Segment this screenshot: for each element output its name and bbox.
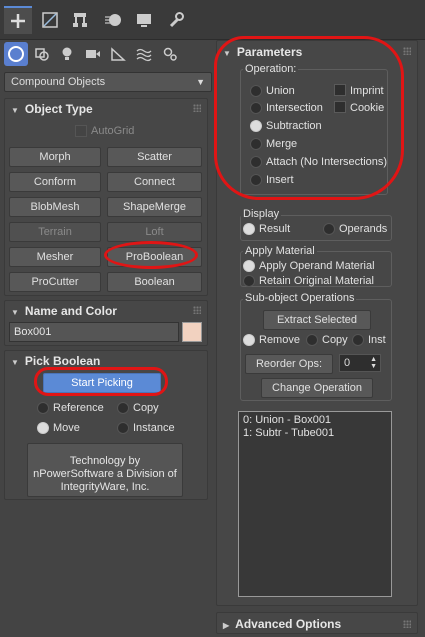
move-radio[interactable] <box>37 422 49 434</box>
modify-tab[interactable] <box>36 6 64 34</box>
display-group-title: Display <box>241 208 282 220</box>
autogrid-label: AutoGrid <box>91 125 135 137</box>
ruler-icon <box>111 47 126 61</box>
hierarchy-icon <box>73 13 87 27</box>
scatter-button[interactable]: Scatter <box>107 147 202 167</box>
name-color-header[interactable]: ▼ Name and Color <box>11 304 117 318</box>
result-label: Result <box>259 223 291 235</box>
list-item[interactable]: 0: Union - Box001 <box>243 414 331 426</box>
spacewarps-button[interactable] <box>132 42 156 66</box>
retain-original-material-label: Retain Original Material <box>259 275 374 287</box>
grip-icon <box>403 620 411 628</box>
boolean-button[interactable]: Boolean <box>107 272 202 292</box>
copy-extract-radio[interactable] <box>306 334 318 346</box>
create-category-bar <box>0 40 212 68</box>
procutter-button[interactable]: ProCutter <box>9 272 101 292</box>
autogrid-checkbox[interactable] <box>75 125 87 137</box>
retain-original-material-radio[interactable] <box>243 275 255 287</box>
reorder-ops-button[interactable]: Reorder Ops: <box>245 354 333 374</box>
advanced-options-rollout: ▶ Advanced Options <box>216 612 418 634</box>
operands-radio[interactable] <box>323 223 335 235</box>
apply-material-title: Apply Material <box>243 245 317 257</box>
motion-icon <box>105 14 121 26</box>
result-radio[interactable] <box>243 223 255 235</box>
dropdown-arrow-icon: ▼ <box>196 77 205 87</box>
apply-operand-material-label: Apply Operand Material <box>259 260 375 272</box>
shapes-icon <box>35 48 49 61</box>
change-operation-button[interactable]: Change Operation <box>261 378 373 398</box>
display-tab[interactable] <box>130 6 158 34</box>
apply-operand-material-radio[interactable] <box>243 260 255 272</box>
move-label: Move <box>53 422 80 434</box>
subobject-operations-title: Sub-object Operations <box>243 292 357 304</box>
expand-triangle-icon: ▶ <box>223 621 230 630</box>
list-item[interactable]: 1: Subtr - Tube001 <box>243 427 334 439</box>
morph-button[interactable]: Morph <box>9 147 101 167</box>
grip-icon <box>193 306 201 314</box>
reorder-ops-value: 0 <box>344 357 351 369</box>
remove-label: Remove <box>259 334 300 346</box>
camera-icon <box>86 50 100 58</box>
blobmesh-button[interactable]: BlobMesh <box>9 197 101 217</box>
pick-boolean-header[interactable]: ▼ Pick Boolean <box>11 354 100 368</box>
object-color-swatch[interactable] <box>182 322 202 342</box>
object-type-header[interactable]: ▼ Object Type <box>11 102 93 116</box>
connect-button[interactable]: Connect <box>107 172 202 192</box>
annotation-circle-proboolean <box>104 241 198 269</box>
gears-icon <box>163 47 177 61</box>
copy-label: Copy <box>133 402 159 414</box>
extract-selected-button[interactable]: Extract Selected <box>263 310 371 330</box>
plus-icon <box>11 14 25 28</box>
collapse-triangle-icon: ▼ <box>11 308 19 317</box>
copy-extract-label: Copy <box>322 334 348 346</box>
collapse-triangle-icon: ▼ <box>11 106 19 115</box>
category-dropdown[interactable]: Compound Objects ▼ <box>4 72 212 92</box>
operations-list[interactable]: 0: Union - Box001 1: Subtr - Tube001 <box>238 411 392 597</box>
helpers-button[interactable] <box>106 42 130 66</box>
motion-tab[interactable] <box>100 6 128 34</box>
wrench-icon <box>169 12 184 28</box>
modify-icon <box>42 12 58 28</box>
category-dropdown-value: Compound Objects <box>11 76 106 88</box>
create-tab[interactable] <box>4 6 32 34</box>
annotation-circle-operations <box>214 36 404 200</box>
instance-extract-label: Inst <box>368 334 386 346</box>
monitor-icon <box>137 14 151 27</box>
remove-radio[interactable] <box>243 334 255 346</box>
mesher-button[interactable]: Mesher <box>9 247 101 267</box>
grip-icon <box>193 104 201 112</box>
reference-label: Reference <box>53 402 104 414</box>
technology-credit-button[interactable]: Technology by nPowerSoftware a Division … <box>27 443 183 497</box>
sphere-icon <box>8 46 24 62</box>
shapemerge-button[interactable]: ShapeMerge <box>107 197 202 217</box>
advanced-options-header[interactable]: ▶ Advanced Options <box>223 617 341 631</box>
wave-icon <box>136 48 152 62</box>
annotation-circle-start-picking <box>34 367 168 396</box>
loft-button[interactable]: Loft <box>107 222 202 242</box>
name-color-rollout: ▼ Name and Color Box001 <box>4 300 208 346</box>
instance-label: Instance <box>133 422 175 434</box>
instance-radio[interactable] <box>117 422 129 434</box>
hierarchy-tab[interactable] <box>66 6 94 34</box>
grip-icon <box>403 47 411 55</box>
reorder-ops-spinner[interactable]: 0 ▲ ▼ <box>339 354 381 372</box>
operands-label: Operands <box>339 223 388 235</box>
lights-button[interactable] <box>55 42 79 66</box>
collapse-triangle-icon: ▼ <box>11 358 19 367</box>
bulb-icon <box>62 47 72 60</box>
copy-radio[interactable] <box>117 402 129 414</box>
spinner-arrows-icon: ▲ ▼ <box>370 356 377 370</box>
systems-button[interactable] <box>158 42 182 66</box>
object-name-field[interactable]: Box001 <box>9 322 179 342</box>
reference-radio[interactable] <box>37 402 49 414</box>
instance-extract-radio[interactable] <box>352 334 364 346</box>
shapes-button[interactable] <box>30 42 54 66</box>
cameras-button[interactable] <box>81 42 105 66</box>
conform-button[interactable]: Conform <box>9 172 101 192</box>
terrain-button[interactable]: Terrain <box>9 222 101 242</box>
geometry-button[interactable] <box>4 42 28 66</box>
utilities-tab[interactable] <box>162 6 190 34</box>
command-panel-tabs <box>0 0 425 40</box>
